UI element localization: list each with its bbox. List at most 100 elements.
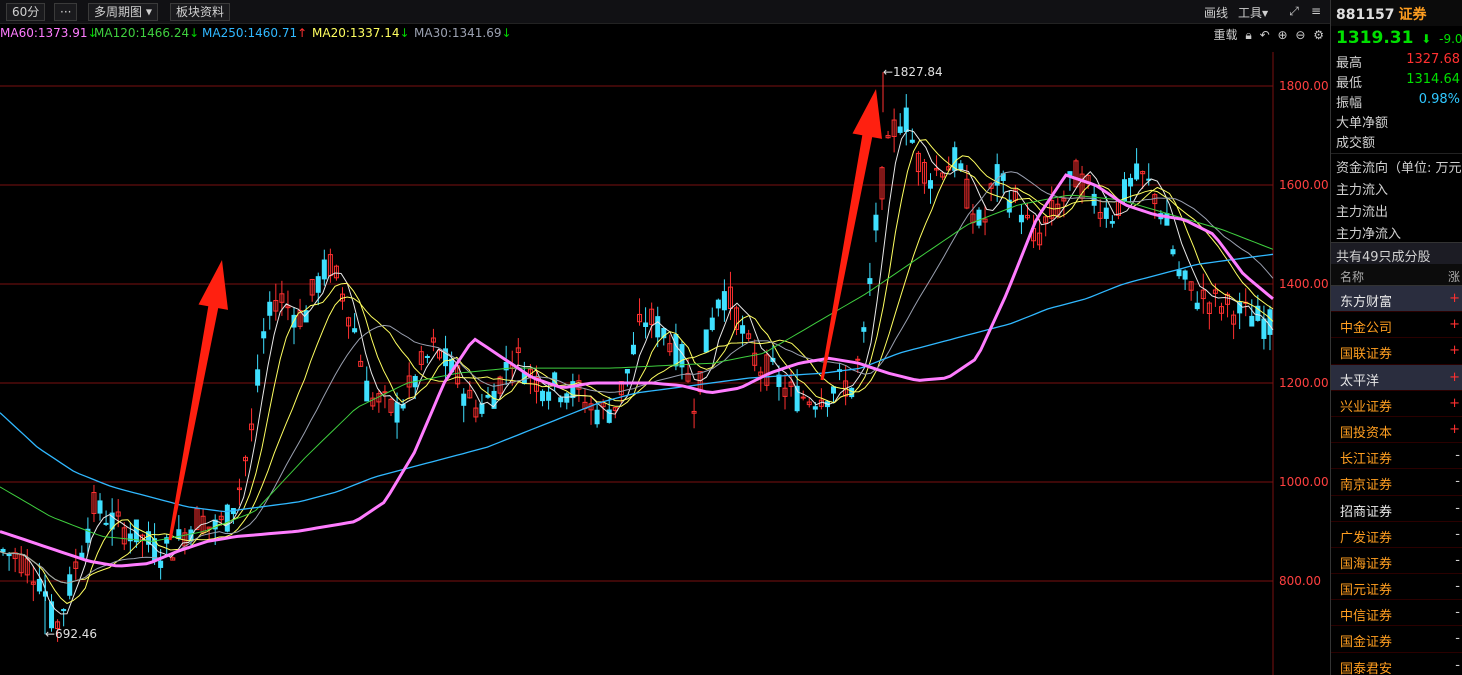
stat-row: 最高 1327.68 [1336, 52, 1460, 71]
candle-body [855, 358, 861, 361]
candle-body [630, 344, 636, 355]
candle-body [861, 327, 867, 332]
candlestick-chart[interactable]: 800.00 1000.00 1200.00 1400.00 1600.00 1800.0… [0, 52, 1330, 675]
candle-body [382, 391, 388, 394]
fullscreen-icon[interactable]: ⤢ [1286, 3, 1302, 19]
candle-body [740, 325, 746, 334]
zoom-in-icon[interactable]: ⊕ [1277, 28, 1287, 42]
candle-body [485, 394, 491, 398]
zoom-out-icon[interactable]: ⊖ [1295, 28, 1305, 42]
ma-legend-item: MA20:1337.14↓ [312, 26, 410, 40]
flow-in: 主力流入 [1336, 183, 1389, 198]
candle-body [776, 374, 782, 388]
chart-toolbar: 60分 ··· 多周期图 ▼ 板块资料 画线 工具▼ ⤢ ≡ [0, 0, 1330, 24]
stock-row[interactable]: 国海证券 - [1331, 548, 1462, 575]
tools-dropdown[interactable]: 工具▼ [1238, 4, 1268, 21]
column-name[interactable]: 名称 [1340, 268, 1364, 285]
column-change[interactable]: 涨 [1448, 268, 1460, 285]
flow-net: 主力净流入 [1336, 227, 1402, 242]
candle-body [479, 403, 485, 414]
ma30-line [0, 171, 1274, 584]
arrow-up-icon: ↑ [297, 26, 308, 40]
candle-body [1194, 302, 1200, 310]
stock-row[interactable]: 广发证券 - [1331, 522, 1462, 548]
stock-row[interactable]: 国泰君安 - [1331, 653, 1462, 675]
ma-legend-item: MA60:1373.91↓ [0, 26, 98, 40]
candle-body [61, 609, 67, 612]
stock-row[interactable]: 东方财富 + [1331, 286, 1462, 313]
undo-icon[interactable]: ↶ [1260, 28, 1270, 42]
stock-list: 东方财富 + 中金公司 + 国联证券 + 太平洋 + 兴业证券 + 国投资本 + 长江证券 - 南京证券 - 招… [1331, 286, 1462, 675]
stock-row[interactable]: 招商证券 - [1331, 496, 1462, 522]
stock-row[interactable]: 兴业证券 + [1331, 391, 1462, 417]
constituent-count: 共有49只成分股 [1331, 242, 1462, 265]
candle-body [958, 163, 964, 170]
stock-row[interactable]: 中金公司 + [1331, 312, 1462, 339]
candle-body [928, 180, 934, 189]
chevron-down-icon: ▼ [145, 7, 152, 17]
candle-body [1134, 163, 1140, 180]
sector-info-button[interactable]: 板块资料 [170, 3, 231, 21]
stock-row[interactable]: 南京证券 - [1331, 469, 1462, 496]
candle-body [812, 406, 818, 410]
high-label: ←1827.84 [883, 65, 943, 79]
candle-body [97, 500, 103, 514]
ma-legend-item: MA30:1341.69↓ [414, 26, 512, 40]
candle-body [673, 333, 679, 367]
candle-body [1182, 270, 1188, 280]
draw-line-button[interactable]: 画线 [1204, 4, 1228, 21]
candle-body [321, 259, 327, 280]
candle-body [158, 560, 164, 568]
candle-body [903, 107, 909, 133]
y-tick-label: 1600.00 [1279, 178, 1329, 192]
sector-panel: 881157证券 1319.31 ⬇ -9.09 最高1327.68最低1314… [1330, 0, 1462, 675]
candle-body [624, 368, 630, 374]
candle-body [867, 278, 873, 284]
arrow-down-icon: ↓ [189, 26, 200, 40]
period-button[interactable]: 60分 [6, 3, 46, 21]
candle-body [1109, 221, 1115, 224]
candle-body [1128, 177, 1134, 187]
candle-body [133, 519, 139, 543]
stock-row[interactable]: 中信证券 - [1331, 600, 1462, 627]
more-periods-button[interactable]: ··· [54, 3, 78, 21]
sector-code: 881157 [1336, 7, 1395, 23]
flow-out: 主力流出 [1336, 205, 1389, 220]
adjust-button[interactable]: 重载 [1214, 28, 1238, 42]
last-price: 1319.31 [1336, 28, 1414, 48]
stock-row[interactable]: 国元证券 - [1331, 574, 1462, 601]
stock-row[interactable]: 太平洋 + [1331, 364, 1462, 391]
candle-body [976, 209, 982, 226]
candle-body [1018, 214, 1024, 223]
candle-body [594, 409, 600, 425]
sector-header: 881157 证券 [1331, 0, 1462, 26]
lock-icon[interactable]: 🔒︎ [1245, 28, 1251, 42]
candle-body [394, 402, 400, 423]
candle-body [540, 390, 546, 402]
stat-row: 振幅 0.98% [1336, 92, 1460, 111]
price-change: -9.09 [1439, 32, 1462, 46]
stock-row[interactable]: 长江证券 - [1331, 443, 1462, 470]
candle-body [36, 578, 42, 592]
ma-legend: MA60:1373.91↓ MA120:1466.24↓ MA250:1460.71… [0, 24, 1330, 44]
candle-body [0, 548, 6, 553]
ma-legend-item: MA250:1460.71↑ [202, 26, 308, 40]
candle-body [546, 391, 552, 401]
menu-icon[interactable]: ≡ [1308, 3, 1324, 19]
candle-body [721, 291, 727, 311]
down-arrow-icon: ⬇ [1421, 32, 1432, 46]
candle-body [224, 504, 230, 532]
gear-icon[interactable]: ⚙ [1313, 28, 1324, 42]
stock-row[interactable]: 国金证券 - [1331, 626, 1462, 653]
candle-body [103, 522, 109, 525]
candle-body [255, 369, 261, 386]
multi-period-dropdown[interactable]: 多周期图 ▼ [88, 3, 158, 21]
candle-body [873, 214, 879, 231]
candle-body [261, 331, 267, 339]
stat-row: 最低 1314.64 [1336, 72, 1460, 91]
candle-body [655, 316, 661, 338]
stock-row[interactable]: 国投资本 + [1331, 417, 1462, 444]
chart-controls: 重载 🔒︎ ↶ ⊕ ⊖ ⚙ [1210, 26, 1325, 43]
stock-row[interactable]: 国联证券 + [1331, 338, 1462, 365]
candle-body [1176, 269, 1182, 277]
